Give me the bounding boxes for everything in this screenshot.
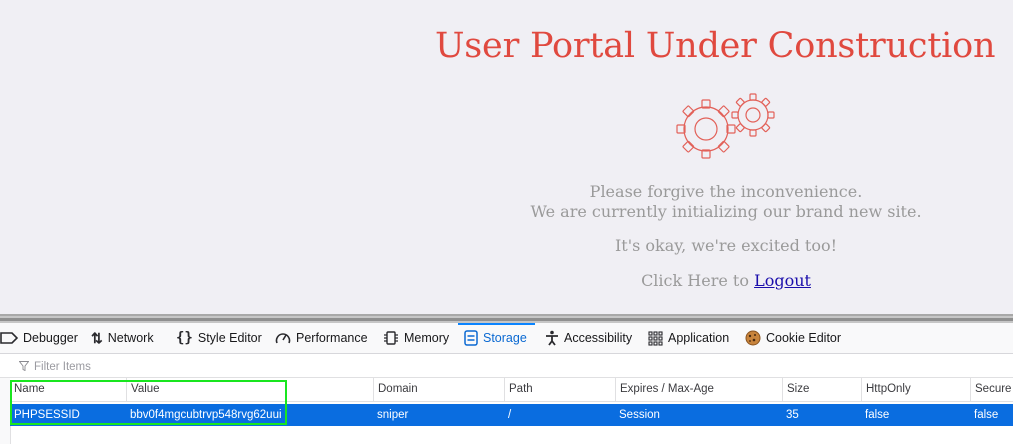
devtools-toolbar: Debugger ⇅ Network {} Style Editor Perfo… — [0, 323, 1013, 354]
gears-icon — [676, 93, 775, 159]
tab-label: Memory — [404, 331, 450, 345]
logout-line: Click Here to Logout — [420, 271, 1013, 291]
debugger-icon — [0, 332, 18, 344]
cell-httponly[interactable]: false — [861, 404, 970, 426]
style-editor-icon: {} — [176, 330, 193, 346]
column-header-httponly[interactable]: HttpOnly — [861, 378, 970, 401]
tab-label: Application — [668, 331, 730, 345]
cell-name[interactable]: PHPSESSID — [10, 404, 126, 426]
tab-label: Performance — [296, 331, 368, 345]
column-header-secure[interactable]: Secure — [970, 378, 1013, 401]
apology-text: Please forgive the inconvenience. — [589, 182, 863, 201]
excited-text: It's okay, we're excited too! — [614, 236, 838, 255]
tab-label: Cookie Editor — [766, 331, 842, 345]
cell-expires[interactable]: Session — [615, 404, 782, 426]
network-icon: ⇅ — [91, 330, 103, 346]
filter-bar — [0, 354, 1013, 378]
tab-performance[interactable]: Performance — [275, 323, 368, 353]
memory-icon — [384, 331, 398, 345]
cookie-icon — [745, 330, 761, 346]
table-row[interactable]: PHPSESSID bbv0f4mgcubtrvp548rvg62uui sni… — [10, 404, 1013, 426]
cell-secure[interactable]: false — [970, 404, 1013, 426]
cell-path[interactable]: / — [504, 404, 615, 426]
web-page: User Portal Under Construction Please fo… — [0, 0, 1013, 314]
page-title: User Portal Under Construction — [435, 26, 996, 66]
filter-items-input[interactable] — [18, 358, 336, 376]
logout-link[interactable]: Logout — [754, 271, 811, 290]
tab-label: Style Editor — [197, 331, 262, 345]
tab-debugger[interactable]: Debugger — [0, 323, 78, 353]
devtools-splitter[interactable] — [0, 314, 1013, 323]
devtools-panel: Debugger ⇅ Network {} Style Editor Perfo… — [0, 323, 1013, 444]
column-header-size[interactable]: Size — [782, 378, 861, 401]
accessibility-icon — [546, 330, 558, 346]
initializing-text: We are currently initializing our brand … — [530, 202, 922, 221]
tab-label: Storage — [483, 331, 527, 345]
column-header-value[interactable]: Value — [126, 378, 373, 401]
column-header-path[interactable]: Path — [504, 378, 615, 401]
tab-label: Network — [107, 331, 154, 345]
storage-icon — [464, 330, 478, 346]
tab-memory[interactable]: Memory — [383, 323, 449, 353]
column-header-domain[interactable]: Domain — [373, 378, 504, 401]
cell-value[interactable]: bbv0f4mgcubtrvp548rvg62uui — [126, 404, 373, 426]
tab-style-editor[interactable]: {} Style Editor — [176, 323, 262, 353]
cookies-table-header: Name Value Domain Path Expires / Max-Age… — [10, 378, 1013, 402]
performance-icon — [275, 333, 291, 344]
column-header-name[interactable]: Name — [10, 378, 126, 401]
tab-cookie-editor[interactable]: Cookie Editor — [745, 323, 841, 353]
tab-accessibility[interactable]: Accessibility — [545, 323, 632, 353]
tab-application[interactable]: Application — [648, 323, 729, 353]
application-icon — [648, 330, 663, 346]
cell-size[interactable]: 35 — [782, 404, 861, 426]
tab-label: Debugger — [23, 331, 78, 345]
tab-network[interactable]: ⇅ Network — [91, 323, 154, 353]
column-header-expires[interactable]: Expires / Max-Age — [615, 378, 782, 401]
tab-label: Accessibility — [564, 331, 633, 345]
tab-storage[interactable]: Storage — [458, 323, 535, 353]
logout-prefix: Click Here to — [641, 271, 755, 290]
cell-domain[interactable]: sniper — [373, 404, 504, 426]
